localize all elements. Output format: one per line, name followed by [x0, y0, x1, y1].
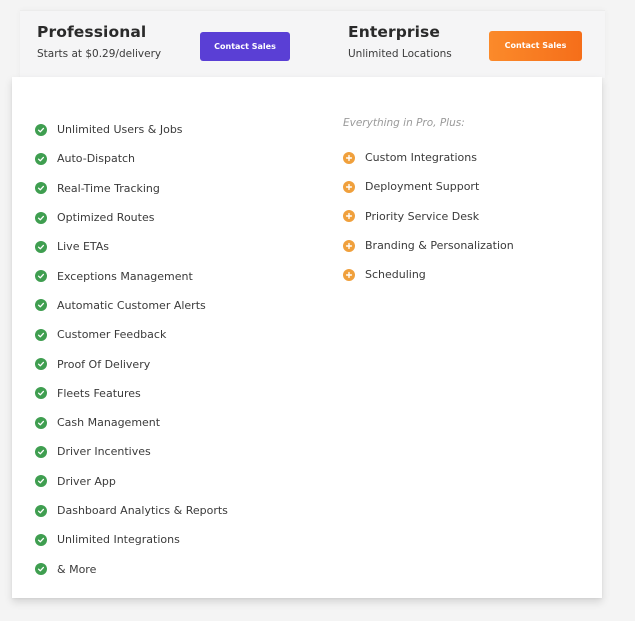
feature-label: Custom Integrations	[365, 151, 477, 165]
check-circle-icon	[35, 270, 47, 283]
feature-item: & More	[35, 554, 228, 583]
feature-label: Cash Management	[57, 416, 161, 430]
feature-label: Proof Of Delivery	[57, 357, 151, 371]
plus-circle-icon	[343, 210, 355, 223]
professional-feature-list: Unlimited Users & Jobs Auto-Dispatch Real-…	[35, 115, 228, 584]
check-circle-icon	[35, 123, 47, 136]
contact-sales-enterprise-button[interactable]: Contact Sales	[489, 31, 582, 61]
plan-name: Enterprise	[348, 23, 440, 41]
feature-item: Deployment Support	[343, 172, 514, 201]
check-circle-icon	[35, 299, 47, 312]
plus-circle-icon	[343, 239, 355, 252]
feature-label: Driver Incentives	[57, 445, 151, 459]
plans-header: Professional Starts at $0.29/delivery Co…	[20, 10, 605, 78]
check-circle-icon	[35, 152, 47, 165]
check-circle-icon	[35, 387, 47, 400]
feature-item: Driver App	[35, 467, 228, 496]
plan-professional: Professional Starts at $0.29/delivery	[37, 23, 161, 60]
feature-item: Priority Service Desk	[343, 202, 514, 231]
enterprise-feature-items: Custom Integrations Deployment Support Pri…	[343, 143, 514, 289]
feature-label: Deployment Support	[365, 180, 480, 194]
feature-label: Dashboard Analytics & Reports	[57, 504, 228, 517]
pricing-comparison: Professional Starts at $0.29/delivery Co…	[0, 0, 635, 621]
contact-sales-professional-button[interactable]: Contact Sales	[200, 32, 290, 61]
feature-item: Unlimited Integrations	[35, 525, 228, 554]
feature-label: Automatic Customer Alerts	[57, 298, 206, 312]
feature-label: Branding & Personalization	[365, 239, 514, 253]
plan-enterprise: Enterprise Unlimited Locations	[348, 23, 452, 60]
feature-label: & More	[57, 562, 97, 576]
feature-item: Dashboard Analytics & Reports	[35, 496, 228, 525]
feature-label: Scheduling	[365, 268, 426, 282]
feature-item: Real-Time Tracking	[35, 174, 228, 203]
feature-label: Auto-Dispatch	[57, 152, 136, 166]
check-circle-icon	[35, 182, 47, 195]
plus-circle-icon	[343, 151, 355, 164]
plus-circle-icon	[343, 180, 355, 193]
feature-item: Cash Management	[35, 408, 228, 437]
feature-item: Auto-Dispatch	[35, 144, 228, 173]
plan-name: Professional	[37, 23, 147, 41]
plan-subtitle: Unlimited Locations	[348, 48, 452, 60]
check-circle-icon	[35, 475, 47, 488]
feature-item: Fleets Features	[35, 379, 228, 408]
feature-label: Live ETAs	[57, 240, 110, 254]
plus-circle-icon	[343, 268, 355, 281]
check-circle-icon	[35, 563, 47, 576]
feature-item: Automatic Customer Alerts	[35, 291, 228, 320]
feature-label: Optimized Routes	[57, 211, 155, 225]
feature-label: Unlimited Users & Jobs	[57, 123, 183, 137]
feature-label: Driver App	[57, 474, 116, 488]
check-circle-icon	[35, 533, 47, 546]
check-circle-icon	[35, 240, 47, 253]
feature-item: Proof Of Delivery	[35, 349, 228, 378]
feature-item: Branding & Personalization	[343, 231, 514, 260]
feature-item: Exceptions Management	[35, 261, 228, 290]
check-circle-icon	[35, 504, 47, 517]
feature-label: Real-Time Tracking	[57, 181, 160, 195]
feature-label: Customer Feedback	[57, 328, 167, 342]
features-card: Unlimited Users & Jobs Auto-Dispatch Real-…	[12, 77, 602, 598]
feature-label: Fleets Features	[57, 386, 141, 400]
feature-label: Exceptions Management	[57, 269, 193, 283]
feature-label: Unlimited Integrations	[57, 533, 180, 547]
feature-item: Scheduling	[343, 260, 514, 289]
feature-item: Driver Incentives	[35, 437, 228, 466]
feature-item: Live ETAs	[35, 232, 228, 261]
check-circle-icon	[35, 358, 47, 371]
enterprise-intro: Everything in Pro, Plus:	[343, 117, 465, 129]
check-circle-icon	[35, 445, 47, 458]
check-circle-icon	[35, 211, 47, 224]
plan-price: Starts at $0.29/delivery	[37, 48, 162, 60]
enterprise-feature-list: Everything in Pro, Plus: Custom Integrat…	[343, 117, 514, 289]
feature-item: Custom Integrations	[343, 143, 514, 172]
check-circle-icon	[35, 328, 47, 341]
feature-item: Unlimited Users & Jobs	[35, 115, 228, 144]
feature-label: Priority Service Desk	[365, 209, 480, 223]
check-circle-icon	[35, 416, 47, 429]
feature-item: Customer Feedback	[35, 320, 228, 349]
feature-item: Optimized Routes	[35, 203, 228, 232]
